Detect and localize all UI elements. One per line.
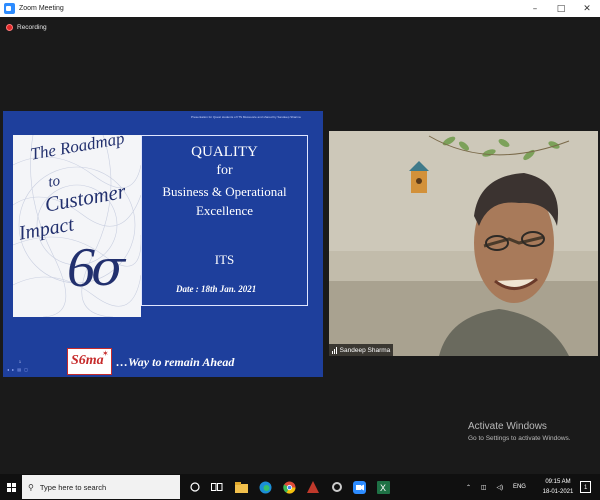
brand-logo-text: S6ma: [71, 353, 104, 368]
search-placeholder: Type here to search: [39, 482, 107, 492]
svg-text:X: X: [380, 483, 386, 493]
taskbar-clock[interactable]: 09:15 AM 18-01-2021: [540, 477, 576, 497]
recording-label: Recording: [17, 24, 47, 31]
participant-name-tag: Sandeep Sharma: [329, 344, 394, 356]
shared-screen-slide: Presentation for Quest students of ITS M…: [3, 111, 323, 377]
chrome-icon[interactable]: [282, 480, 296, 494]
maximize-button[interactable]: □: [548, 0, 574, 17]
slide-org: ITS: [214, 252, 235, 267]
close-button[interactable]: ✕: [574, 0, 600, 17]
participant-video-tile[interactable]: Sandeep Sharma: [329, 131, 598, 356]
slide-for: for: [216, 163, 233, 178]
slide-navigation-controls[interactable]: ◂ ▸ ▤ ▢: [7, 367, 29, 372]
logo-line-to: to: [47, 172, 62, 191]
record-dot-icon: [6, 24, 13, 31]
slide-tagline: …Way to remain Ahead: [116, 355, 235, 369]
roadmap-logo-image: The Roadmap to Customer Impact 6 σ: [13, 135, 141, 317]
slide-date: Date : 18th Jan. 2021: [176, 284, 257, 294]
zoom-logo-icon: [4, 3, 15, 14]
network-icon[interactable]: ◫: [481, 484, 487, 491]
slide-subtitle-line2: Excellence: [195, 203, 253, 218]
slide-subtitle-line1: Business & Operational: [162, 184, 287, 199]
notification-count: 1: [584, 485, 588, 491]
search-icon: ⚲: [28, 482, 34, 492]
cortana-icon[interactable]: [188, 480, 202, 494]
language-indicator[interactable]: ENG: [513, 484, 526, 490]
settings-icon[interactable]: [330, 480, 344, 494]
task-view-icon[interactable]: [210, 480, 224, 494]
title-bar: Zoom Meeting – □ ✕: [0, 0, 600, 17]
app-icon[interactable]: [306, 480, 320, 494]
tray-up-arrow-icon[interactable]: ⌃: [466, 484, 471, 491]
edge-icon[interactable]: [258, 480, 272, 494]
activate-windows-watermark: Activate Windows Go to Settings to activ…: [468, 421, 571, 442]
zoom-taskbar-icon[interactable]: [352, 480, 366, 494]
clock-date: 18-01-2021: [542, 489, 574, 495]
signal-bars-icon: [332, 346, 338, 354]
taskbar: ⚲ Type here to search X ⌃ ◫ ◁) ENG 09:15…: [0, 474, 600, 500]
participant-video-image: [329, 131, 598, 356]
activate-windows-subtitle: Go to Settings to activate Windows.: [468, 435, 571, 442]
windows-logo-icon: [6, 482, 16, 492]
excel-icon[interactable]: X: [376, 480, 390, 494]
logo-sigma: σ: [91, 239, 126, 297]
slide-content-box: QUALITY for Business & Operational Excel…: [141, 135, 308, 306]
participant-name: Sandeep Sharma: [339, 346, 391, 354]
activate-windows-title: Activate Windows: [468, 421, 547, 432]
window-title: Zoom Meeting: [19, 5, 64, 12]
taskbar-search-box[interactable]: ⚲ Type here to search: [22, 475, 180, 499]
file-explorer-icon[interactable]: [234, 480, 248, 494]
recording-indicator[interactable]: Recording: [6, 24, 47, 31]
slide-title: QUALITY: [191, 144, 258, 160]
star-icon: ✶: [102, 349, 109, 358]
screen: Zoom Meeting – □ ✕ Recording Presentatio…: [0, 0, 600, 500]
minimize-button[interactable]: –: [522, 0, 548, 17]
slide-page-number: 1: [19, 360, 21, 364]
window-controls: – □ ✕: [522, 0, 600, 17]
start-button[interactable]: [0, 474, 22, 500]
clock-time: 09:15 AM: [545, 479, 571, 485]
volume-icon[interactable]: ◁): [496, 484, 503, 491]
slide-header-note: Presentation for Quest students of ITS M…: [191, 115, 301, 119]
system-tray: ⌃ ◫ ◁) ENG: [466, 474, 526, 500]
six-sigma-brand-logo: S6ma ✶: [67, 348, 112, 375]
